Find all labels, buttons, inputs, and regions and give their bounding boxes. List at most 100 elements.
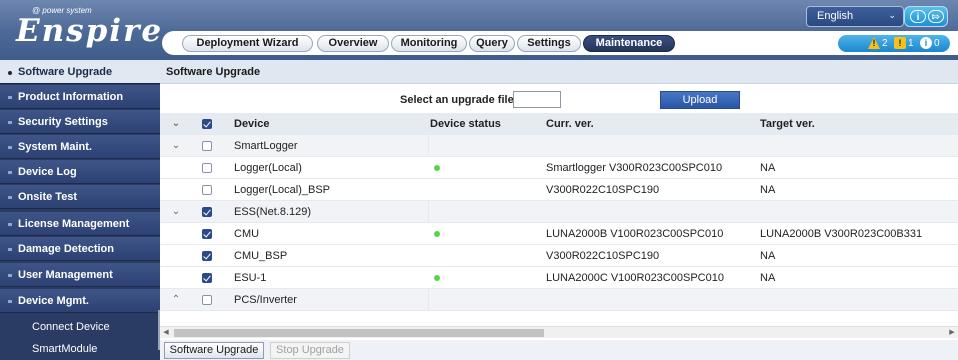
chevron-down-icon[interactable]: ⌄: [170, 201, 182, 223]
bullet-icon: [8, 96, 12, 99]
chevron-down-icon[interactable]: ⌄: [170, 135, 182, 157]
table-row[interactable]: Logger(Local)_BSP V300R022C10SPC190 NA: [160, 179, 958, 201]
current-version: V300R022C10SPC190: [546, 184, 660, 196]
language-label: English: [817, 10, 854, 22]
major-alarm[interactable]: ! 2: [868, 37, 888, 50]
target-version: NA: [760, 162, 776, 174]
sidebar-item-label: System Maint.: [18, 141, 92, 153]
tab-maintenance[interactable]: Maintenance: [583, 35, 675, 52]
row-checkbox[interactable]: [202, 251, 212, 261]
minor-alarm-count: 1: [908, 38, 914, 49]
group-row[interactable]: ⌄ SmartLogger: [160, 135, 958, 157]
sidebar-item-security-settings[interactable]: Security Settings: [0, 110, 160, 134]
current-version: Smartlogger V300R023C00SPC010: [546, 162, 723, 174]
status-online-icon: [434, 275, 440, 281]
sidebar-item-device-log[interactable]: Device Log: [0, 160, 160, 184]
target-version: NA: [760, 272, 776, 284]
sidebar-subitem-connect-device[interactable]: Connect Device: [0, 316, 160, 338]
major-alarm-count: 2: [882, 38, 888, 49]
table-row[interactable]: ESU-1 LUNA2000C V100R023C00SPC010 NA: [160, 267, 958, 289]
group-row[interactable]: ⌃ PCS/Inverter: [160, 289, 958, 311]
sidebar-item-license-management[interactable]: License Management: [0, 212, 160, 236]
scroll-left-icon[interactable]: ◀: [160, 327, 172, 339]
sidebar-item-damage-detection[interactable]: Damage Detection: [0, 237, 160, 261]
main-panel: Software Upgrade Select an upgrade file:…: [160, 60, 958, 360]
table-header-row: ⌄ Device Device status Curr. ver. Target ver…: [160, 113, 958, 135]
target-version: LUNA2000B V300R023C00B331: [760, 228, 923, 240]
tab-overview[interactable]: Overview: [317, 35, 389, 52]
column-divider: [428, 135, 429, 157]
chevron-down-icon[interactable]: ⌄: [170, 113, 182, 135]
status-online-icon: [434, 231, 440, 237]
upload-file-label: Select an upgrade file:: [400, 94, 518, 106]
device-name: Logger(Local): [234, 162, 302, 174]
stop-upgrade-button[interactable]: Stop Upgrade: [270, 342, 350, 359]
bullet-icon: [8, 146, 12, 149]
bullet-icon: [8, 248, 12, 251]
sidebar-item-label: License Management: [18, 218, 130, 230]
header-action-group: i ⇰: [904, 6, 948, 27]
scroll-right-icon[interactable]: ▶: [946, 327, 958, 339]
row-checkbox[interactable]: [202, 163, 212, 173]
current-version: V300R022C10SPC190: [546, 250, 660, 262]
sidebar-item-product-information[interactable]: Product Information: [0, 85, 160, 109]
device-name: CMU: [234, 228, 260, 240]
table-row[interactable]: CMU_BSP V300R022C10SPC190 NA: [160, 245, 958, 267]
row-checkbox[interactable]: [202, 207, 212, 217]
chevron-down-icon: ⌄: [888, 10, 896, 20]
sidebar-subitem-smartmodule[interactable]: SmartModule: [0, 338, 160, 360]
row-checkbox[interactable]: [202, 141, 212, 151]
sidebar-item-onsite-test[interactable]: Onsite Test: [0, 185, 160, 209]
scrollbar-thumb[interactable]: [174, 329, 544, 337]
top-header: @ power system Enspire English ⌄ i ⇰ Dep…: [0, 0, 958, 60]
sidebar-item-label: User Management: [18, 269, 113, 281]
chevron-up-icon[interactable]: ⌃: [170, 289, 182, 311]
row-checkbox[interactable]: [202, 229, 212, 239]
column-divider: [428, 201, 429, 223]
device-name: Logger(Local)_BSP: [234, 184, 331, 196]
horizontal-scrollbar[interactable]: ◀ ▶: [160, 326, 958, 338]
column-header: Target ver.: [760, 118, 815, 130]
sidebar-item-device-mgmt[interactable]: Device Mgmt.: [0, 289, 160, 313]
target-version: NA: [760, 184, 776, 196]
alert-square-icon: !: [894, 37, 906, 49]
sidebar-item-label: Device Mgmt.: [18, 295, 89, 307]
bullet-icon: [8, 71, 12, 75]
minor-alarm[interactable]: ! 1: [894, 37, 914, 50]
language-select[interactable]: English ⌄: [806, 6, 904, 27]
bullet-icon: [8, 121, 12, 124]
select-all-checkbox[interactable]: [202, 119, 212, 129]
upload-file-input[interactable]: [513, 91, 561, 108]
table-row[interactable]: CMU LUNA2000B V100R023C00SPC010 LUNA2000B …: [160, 223, 958, 245]
device-name: PCS/Inverter: [234, 294, 297, 306]
device-name: CMU_BSP: [234, 250, 288, 262]
sidebar-item-user-management[interactable]: User Management: [0, 263, 160, 287]
bullet-icon: [8, 196, 12, 199]
sidebar-item-system-maint[interactable]: System Maint.: [0, 135, 160, 159]
software-upgrade-button[interactable]: Software Upgrade: [164, 342, 264, 359]
warning-alarm-count: 0: [934, 38, 940, 49]
row-checkbox[interactable]: [202, 273, 212, 283]
sidebar-item-label: Device Log: [18, 166, 77, 178]
bullet-icon: [8, 300, 12, 303]
row-checkbox[interactable]: [202, 295, 212, 305]
bullet-icon: [8, 223, 12, 226]
info-icon[interactable]: i: [910, 10, 926, 23]
sidebar-item-software-upgrade[interactable]: Software Upgrade: [0, 60, 160, 84]
warning-alarm[interactable]: i0: [920, 37, 940, 50]
enspire-logo: @ power system Enspire: [12, 4, 162, 52]
group-row[interactable]: ⌄ ESS(Net.8.129): [160, 201, 958, 223]
tab-query[interactable]: Query: [469, 35, 515, 52]
warning-triangle-icon: !: [868, 37, 880, 49]
row-checkbox[interactable]: [202, 185, 212, 195]
tab-monitoring[interactable]: Monitoring: [391, 35, 467, 52]
sidebar-item-label: Product Information: [18, 91, 124, 103]
app-window: @ power system Enspire English ⌄ i ⇰ Dep…: [0, 0, 958, 360]
logout-icon[interactable]: ⇰: [928, 10, 944, 23]
tab-deployment-wizard[interactable]: Deployment Wizard: [182, 35, 313, 52]
page-title: Software Upgrade: [160, 60, 958, 84]
alarm-summary[interactable]: ! 2 ! 1 i0: [838, 35, 950, 52]
upload-button[interactable]: Upload: [660, 91, 740, 109]
tab-settings[interactable]: Settings: [517, 35, 581, 52]
table-row[interactable]: Logger(Local) Smartlogger V300R023C00SPC0…: [160, 157, 958, 179]
